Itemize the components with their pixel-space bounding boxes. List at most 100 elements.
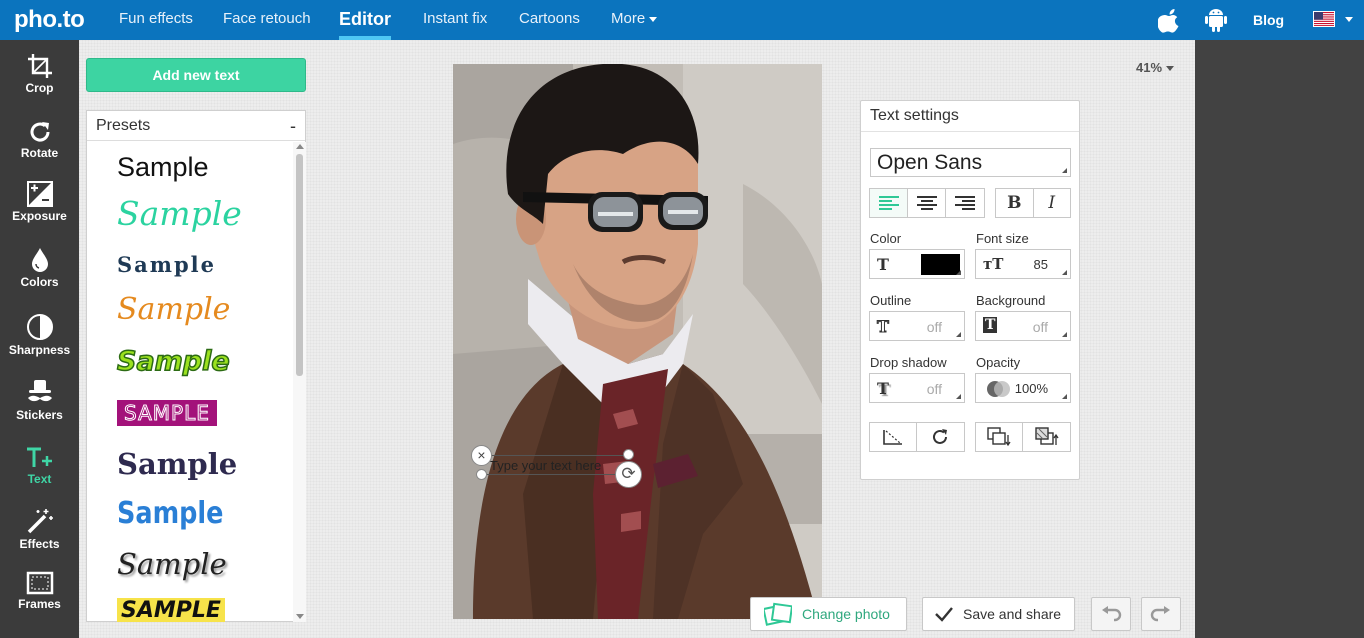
rotate-handle-icon[interactable]: ⟳ [615,461,642,488]
sharpness-icon [26,314,53,340]
add-new-text-button[interactable]: Add new text [86,58,306,92]
send-backward-button[interactable] [976,423,1023,451]
preset-item[interactable]: Sample [117,152,209,183]
color-picker[interactable]: T [869,249,965,279]
reset-rotation-button[interactable] [917,423,964,451]
font-family-value: Open Sans [877,151,983,174]
font-family-select[interactable]: Open Sans [870,148,1071,177]
magic-wand-icon [27,509,53,534]
scroll-thumb[interactable] [296,154,303,376]
hat-mustache-icon [27,380,52,402]
bring-forward-button[interactable] [1023,423,1070,451]
background-value: off [1032,319,1048,335]
us-flag-icon[interactable] [1313,11,1335,27]
edited-photo[interactable] [453,64,822,619]
preset-item[interactable]: SAMPLE [117,400,217,426]
bold-button[interactable]: B [996,189,1034,217]
tool-stickers-label: Stickers [16,408,63,422]
site-logo[interactable]: pho.to [14,6,85,34]
drop-shadow-field[interactable]: T off [869,373,965,403]
text-plus-icon [26,447,52,467]
nav-more[interactable]: More [611,0,658,40]
zoom-value: 41% [1136,60,1163,75]
tool-exposure[interactable]: Exposure [0,181,79,223]
background-icon: T [983,317,998,333]
italic-button[interactable]: I [1034,189,1071,217]
tool-crop[interactable]: Crop [0,53,79,95]
resize-handle[interactable] [623,449,634,460]
align-left-button[interactable] [870,189,908,217]
tool-sharpness[interactable]: Sharpness [0,313,79,357]
undo-button[interactable] [1091,597,1131,631]
nav-face-retouch[interactable]: Face retouch [223,0,311,40]
chevron-down-icon[interactable] [1345,17,1353,22]
style-group: B I [995,188,1071,218]
collapse-icon[interactable]: - [290,111,296,141]
outline-label: Outline [870,293,912,308]
nav-fun-effects[interactable]: Fun effects [119,0,193,40]
tool-stickers[interactable]: Stickers [0,378,79,422]
outline-field[interactable]: T off [869,311,965,341]
background-field[interactable]: T off [975,311,1071,341]
preset-item[interactable]: Sample [117,252,216,277]
font-size-field[interactable]: ᴛT 85 [975,249,1071,279]
align-center-icon [916,196,937,210]
align-right-icon [955,196,975,210]
redo-button[interactable] [1141,597,1181,631]
apple-icon[interactable] [1157,7,1184,33]
layer-group [975,422,1071,452]
tool-exposure-label: Exposure [12,209,67,223]
resize-handle[interactable] [476,469,487,480]
exposure-icon [26,181,53,207]
preset-item[interactable]: Sample [117,447,237,481]
opacity-field[interactable]: 100% [975,373,1071,403]
preset-item[interactable]: Sample [117,292,230,327]
opacity-label: Opacity [976,355,1021,370]
zoom-control[interactable]: 41% [1136,60,1175,75]
rotate-icon [932,429,947,444]
text-box-content[interactable]: Type your text here [490,458,601,473]
shadow-icon: T [877,379,889,398]
drop-shadow-label: Drop shadow [870,355,947,370]
change-photo-button[interactable]: Change photo [750,597,907,631]
preset-list: Sample Sample Sample Sample Sample SAMPL… [87,142,293,622]
tool-frames[interactable]: Frames [0,571,79,611]
align-right-button[interactable] [946,189,984,217]
skew-button[interactable] [870,423,917,451]
bring-forward-icon [1034,427,1059,445]
tool-text[interactable]: Text [0,446,79,486]
nav-editor[interactable]: Editor [339,0,391,40]
tool-text-label: Text [27,472,52,486]
nav-blog[interactable]: Blog [1253,0,1284,40]
nav-cartoons[interactable]: Cartoons [519,0,580,40]
tools-sidebar: Crop Rotate Exposure Colors Sharpness St… [0,40,79,638]
nav-instant-fix[interactable]: Instant fix [423,0,487,40]
text-settings-title: Text settings [861,101,1079,132]
tool-sharpness-label: Sharpness [8,343,71,357]
dropdown-corner-icon [1062,270,1067,275]
dropdown-corner-icon [1062,168,1067,173]
tool-effects[interactable]: Effects [0,507,79,551]
preset-item[interactable]: SAMPLE [117,598,225,622]
scroll-up-icon[interactable] [296,144,304,149]
close-icon[interactable]: × [471,445,492,466]
tool-colors[interactable]: Colors [0,247,79,289]
change-photo-icon [764,602,792,626]
align-center-button[interactable] [908,189,946,217]
save-and-share-button[interactable]: Save and share [922,597,1075,631]
presets-scrollbar[interactable] [293,142,306,622]
color-swatch [921,254,960,275]
outline-value: off [926,319,942,335]
change-photo-label: Change photo [802,606,890,622]
background-label: Background [976,293,1046,308]
android-icon[interactable] [1204,7,1230,33]
preset-item[interactable]: Sample [117,547,227,581]
presets-title: Presets [96,117,151,134]
preset-item[interactable]: Sample [116,345,230,378]
tool-rotate[interactable]: Rotate [0,120,79,160]
font-size-label: Font size [976,231,1029,246]
preset-item[interactable]: Sample [117,194,242,233]
scroll-down-icon[interactable] [296,614,304,619]
preset-item[interactable]: Sample [117,496,223,531]
presets-header[interactable]: Presets - [87,111,305,141]
